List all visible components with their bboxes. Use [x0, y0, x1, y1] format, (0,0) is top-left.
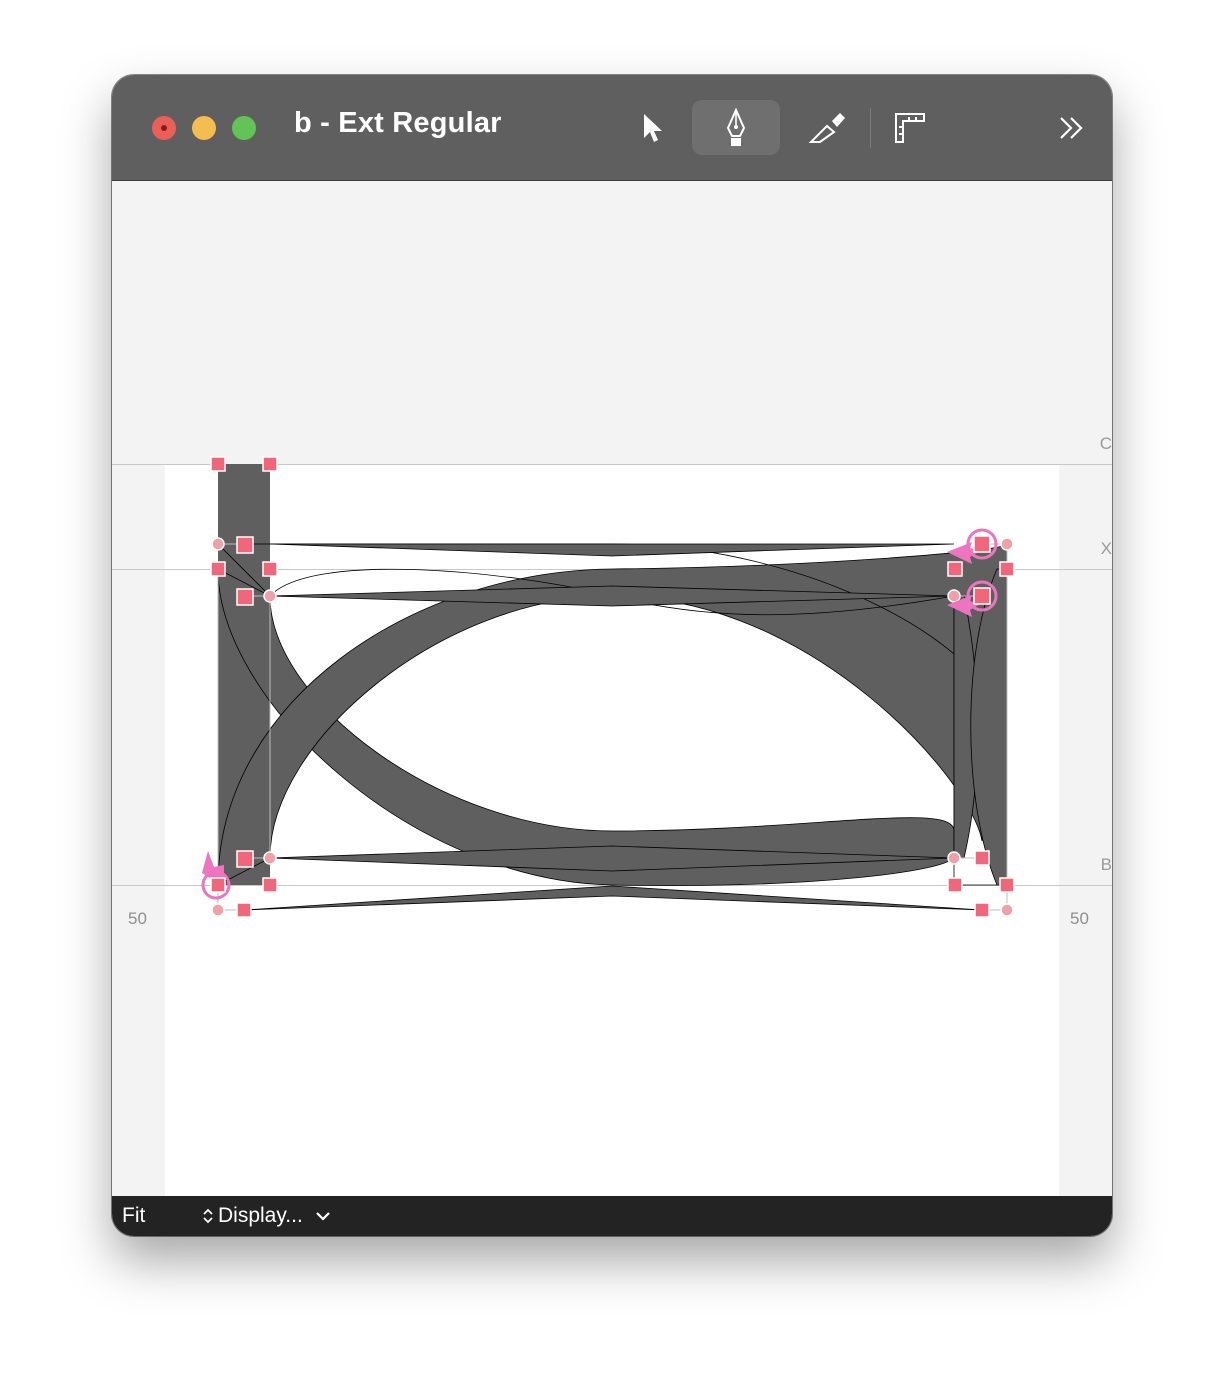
close-window-button[interactable]	[152, 116, 176, 140]
glyph-outline[interactable]	[112, 181, 1112, 1196]
measure-tool-button[interactable]	[882, 100, 938, 155]
ruler-icon	[895, 112, 925, 143]
zoom-window-button[interactable]	[232, 116, 256, 140]
glyph-canvas[interactable]: C X B 50 50	[112, 181, 1112, 1196]
knife-icon	[808, 112, 845, 143]
zoom-control[interactable]: Fit	[122, 1204, 145, 1228]
toolbar-overflow-button[interactable]	[1047, 100, 1097, 155]
glyph-editor-window: b - Ext Regular C X B 50 50 Fit Display.…	[112, 75, 1112, 1236]
glyph-bowl	[217, 543, 1008, 911]
pen-nib-icon	[726, 107, 746, 146]
status-bar: Fit Display...	[112, 1196, 1112, 1236]
titlebar: b - Ext Regular	[112, 75, 1112, 181]
up-down-chevron-icon	[203, 1208, 213, 1224]
chevron-double-right-icon	[1060, 116, 1083, 139]
chevron-down-icon	[316, 1212, 330, 1221]
arrow-pointer-icon	[644, 113, 662, 142]
window-title: b - Ext Regular	[294, 107, 502, 139]
display-menu[interactable]: Display...	[202, 1204, 333, 1228]
display-menu-label: Display...	[218, 1204, 303, 1227]
toolbar-separator	[870, 108, 871, 148]
select-tool-button[interactable]	[622, 100, 682, 155]
minimize-window-button[interactable]	[192, 116, 216, 140]
pen-tool-button[interactable]	[692, 100, 780, 155]
knife-tool-button[interactable]	[792, 100, 862, 155]
